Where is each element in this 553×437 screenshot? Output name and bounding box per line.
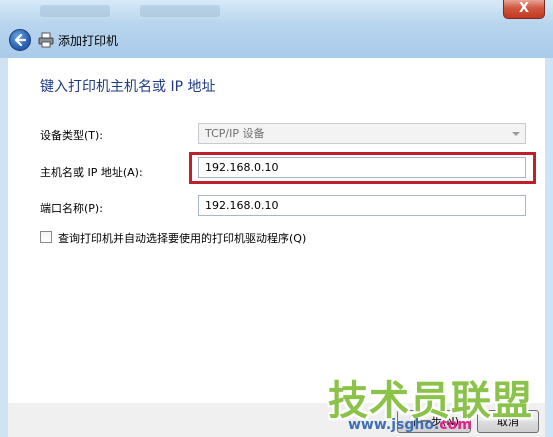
page-heading: 键入打印机主机名或 IP 地址 [40,79,216,95]
blurred-background-text [140,5,220,17]
dropdown-arrow-icon [512,132,520,136]
dialog-content: 键入打印机主机名或 IP 地址 设备类型(T): TCP/IP 设备 主机名或 … [8,58,545,403]
blurred-background-text [40,5,110,17]
printer-icon [38,32,54,48]
watermark-url-suffix: com [439,417,472,433]
device-type-select[interactable]: TCP/IP 设备 [198,123,526,144]
host-label: 主机名或 IP 地址(A): [40,166,143,179]
window-title: 添加打印机 [58,34,119,48]
window-titlebar: X 添加打印机 [0,0,553,58]
back-button[interactable] [9,29,31,51]
query-checkbox-label[interactable]: 查询打印机并自动选择要使用的打印机驱动程序(Q) [58,230,306,246]
close-button[interactable]: X [503,0,545,19]
highlight-box [189,152,536,184]
watermark-url-prefix: www.jsgho. [348,417,440,433]
port-input[interactable]: 192.168.0.10 [198,195,526,216]
query-checkbox[interactable] [40,231,52,243]
port-label: 端口名称(P): [40,202,103,215]
device-type-value: TCP/IP 设备 [205,127,265,140]
device-type-label: 设备类型(T): [40,129,104,142]
watermark-url: www.jsgho.com [348,417,472,433]
back-arrow-icon [14,33,27,47]
